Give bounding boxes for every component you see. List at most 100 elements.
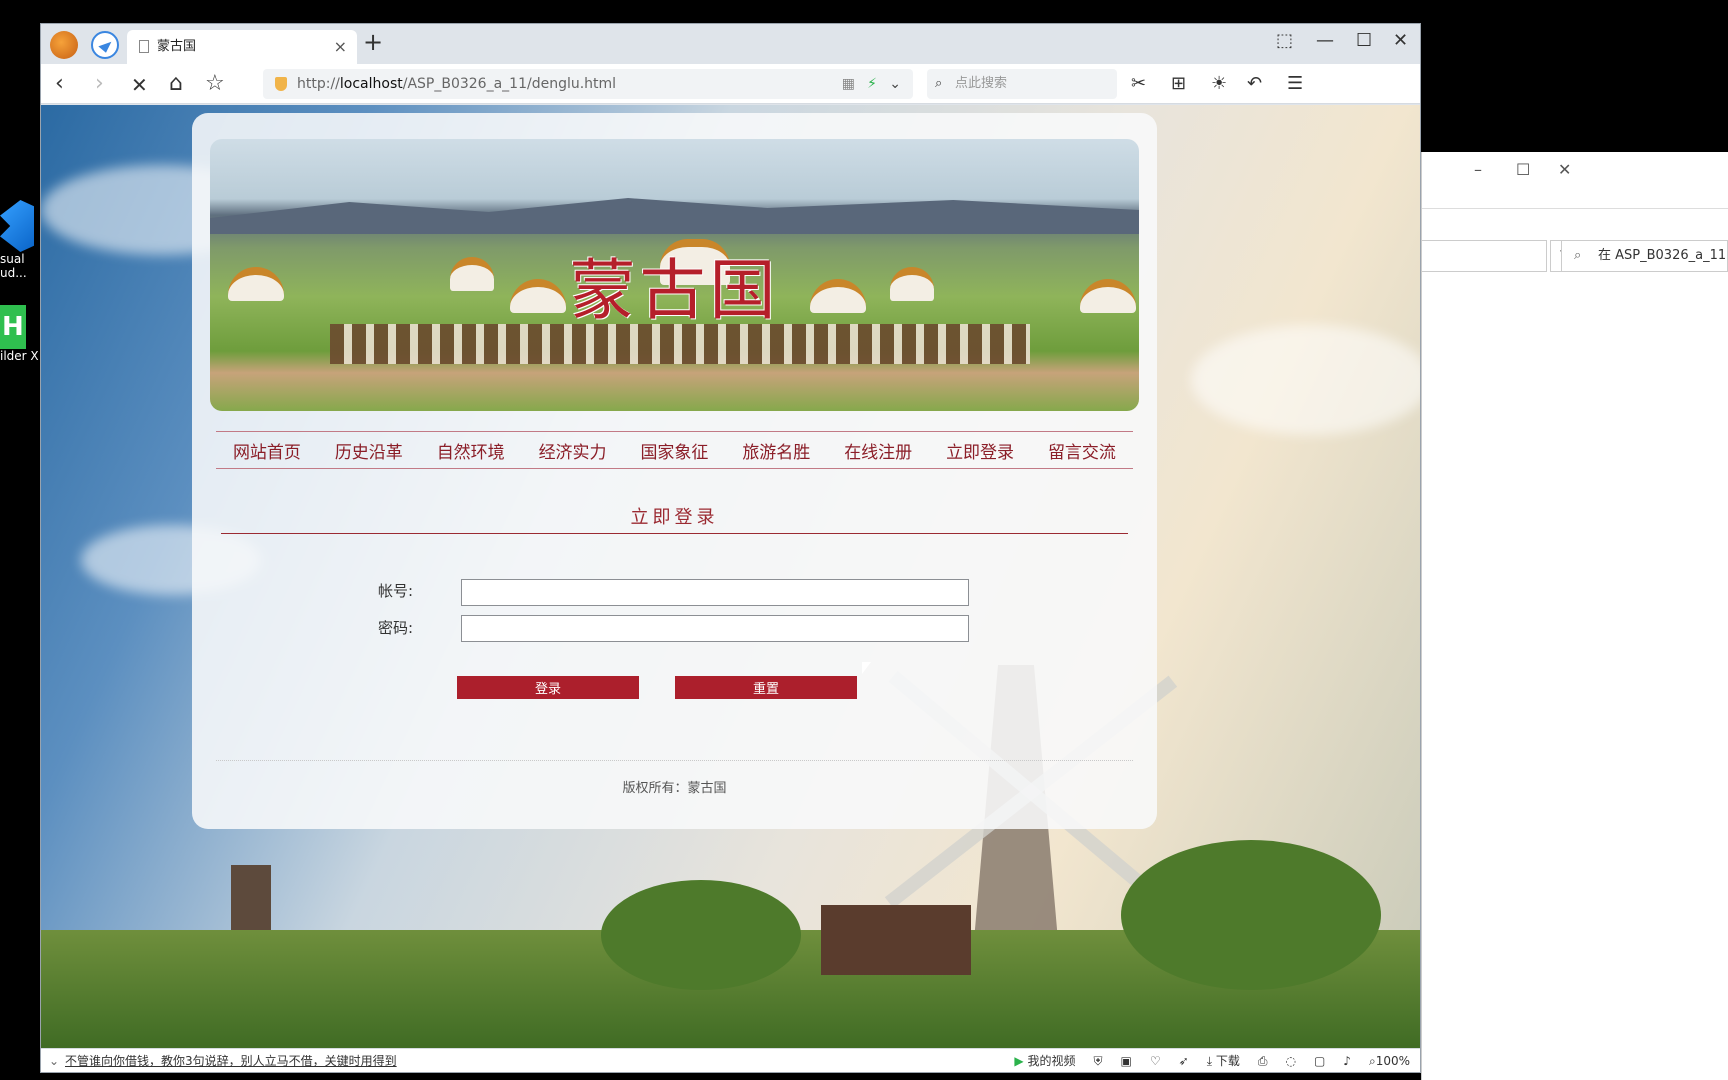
password-input[interactable] (461, 615, 969, 642)
shield-icon[interactable]: ⛨ (1094, 1049, 1103, 1073)
close-button[interactable]: ✕ (1393, 30, 1408, 51)
status-tools: ▶ 我的视频 ⛨ ▣ ♡ ➶ ⤓ 下载 ⎙ ◌ ▢ ♪ ⌕100% (1014, 1049, 1410, 1073)
cloud-decoration (1191, 325, 1420, 435)
home-button[interactable]: ⌂ (169, 71, 183, 96)
heart-icon[interactable]: ♡ (1150, 1049, 1161, 1073)
desktop-icon-hbuilder[interactable]: H ilder X (0, 305, 40, 363)
search-placeholder: 点此搜索 (955, 76, 1008, 91)
compass-icon[interactable] (91, 31, 119, 59)
explorer-divider (1422, 208, 1728, 209)
apps-icon[interactable]: ⊞ (1171, 73, 1186, 94)
search-icon: ⌕ (1574, 248, 1582, 263)
forward-button[interactable]: › (95, 71, 104, 96)
printer-icon[interactable]: ⎙ (1258, 1049, 1268, 1073)
footer-copyright: 版权所有：蒙古国 (622, 781, 727, 796)
url-prefix: http:// (297, 76, 340, 92)
undo-icon[interactable]: ↶ (1247, 73, 1262, 94)
tab-active[interactable]: 蒙古国 × (127, 30, 357, 64)
menu-item-guestbook[interactable]: 留言交流 (1048, 438, 1116, 463)
play-icon: ▶ (1014, 1054, 1024, 1068)
desktop-icon-visual-studio[interactable]: sual ud... (0, 200, 40, 280)
stop-button[interactable]: ✕ (131, 73, 148, 97)
menu-icon[interactable]: ☰ (1287, 73, 1303, 94)
main-menu: 网站首页 历史沿革 自然环境 经济实力 国家象征 旅游名胜 在线注册 立即登录 … (216, 431, 1133, 469)
rocket-icon[interactable]: ➶ (1179, 1049, 1189, 1073)
password-label: 密码: (378, 619, 414, 637)
house-decoration (821, 905, 971, 975)
menu-item-symbols[interactable]: 国家象征 (640, 438, 708, 463)
tab-close-icon[interactable]: × (334, 30, 347, 64)
account-label: 帐号: (378, 582, 414, 600)
footer-divider (216, 760, 1133, 761)
desktop-icon-label: ilder X (0, 349, 39, 363)
zoom-icon: ⌕ (1368, 1054, 1376, 1068)
menu-item-register[interactable]: 在线注册 (844, 438, 912, 463)
status-bar: ⌄ 不管谁向你借钱，教你3句说辞，别人立马不借，关键时用得到 ▶ 我的视频 ⛨ … (41, 1048, 1420, 1072)
file-explorer-window: – ☐ ✕ ↻ (1421, 152, 1728, 1080)
download-icon: ⤓ (1206, 1054, 1212, 1068)
zoom-control[interactable]: ⌕100% (1369, 1049, 1410, 1073)
status-news-link[interactable]: 不管谁向你借钱，教你3句说辞，别人立马不借，关键时用得到 (65, 1049, 397, 1073)
chevron-down-icon[interactable]: ⌄ (889, 69, 901, 99)
status-download[interactable]: ⤓ 下载 (1207, 1049, 1240, 1073)
new-tab-button[interactable]: + (363, 28, 383, 56)
maximize-button[interactable]: ☐ (1356, 30, 1372, 51)
security-shield-icon (275, 77, 287, 91)
visual-studio-icon (0, 200, 34, 252)
page-title: 立即登录 (630, 507, 719, 528)
menu-item-home[interactable]: 网站首页 (233, 438, 301, 463)
explorer-search-placeholder: 在 ASP_B0326_a_11... (1598, 248, 1728, 263)
search-input[interactable]: ⌕ 点此搜索 (927, 69, 1117, 99)
image-icon[interactable]: ▣ (1121, 1049, 1132, 1073)
volume-icon[interactable]: ♪ (1343, 1049, 1351, 1073)
page-viewport: 蒙古国 网站首页 历史沿革 自然环境 经济实力 国家象征 旅游名胜 在线注册 立… (41, 105, 1420, 1050)
url-host: localhost (339, 76, 403, 92)
content-panel: 蒙古国 网站首页 历史沿革 自然环境 经济实力 国家象征 旅游名胜 在线注册 立… (192, 113, 1157, 829)
address-bar[interactable]: http://localhost/ASP_B0326_a_11/denglu.h… (263, 69, 913, 99)
back-button[interactable]: ‹ (55, 71, 64, 96)
mouse-cursor-icon (862, 662, 871, 674)
chevron-down-icon[interactable]: ⌄ (49, 1049, 59, 1073)
account-input[interactable] (461, 579, 969, 606)
search-icon: ⌕ (935, 76, 943, 91)
menu-item-economy[interactable]: 经济实力 (539, 438, 607, 463)
explorer-search-box[interactable]: ⌕ 在 ASP_B0326_a_11... (1561, 240, 1728, 272)
hbuilder-icon: H (0, 305, 26, 349)
favorite-star-button[interactable]: ☆ (205, 71, 225, 96)
tree-decoration (601, 880, 801, 990)
title-divider (221, 533, 1128, 534)
status-video-label: 我的视频 (1027, 1054, 1076, 1068)
qr-code-icon[interactable]: ▦ (842, 69, 855, 99)
browser-window: 蒙古国 × + ⬚ — ☐ ✕ ‹ › ✕ ⌂ ☆ http://localho… (40, 23, 1421, 1073)
tab-bar: 蒙古国 × + ⬚ — ☐ ✕ (41, 24, 1420, 64)
window-icon[interactable]: ▢ (1314, 1049, 1325, 1073)
header-banner: 蒙古国 (210, 139, 1139, 411)
pin-icon[interactable]: ⬚ (1276, 30, 1293, 51)
menu-item-history[interactable]: 历史沿革 (335, 438, 403, 463)
login-button[interactable]: 登录 (457, 676, 639, 699)
explorer-close-button[interactable]: ✕ (1558, 160, 1571, 179)
explorer-maximize-button[interactable]: ☐ (1516, 160, 1530, 179)
speed-bolt-icon[interactable]: ⚡ (867, 69, 877, 99)
minimize-button[interactable]: — (1316, 30, 1334, 51)
status-video[interactable]: ▶ 我的视频 (1014, 1049, 1075, 1073)
explorer-address-bar[interactable] (1422, 240, 1547, 272)
navigation-bar: ‹ › ✕ ⌂ ☆ http://localhost/ASP_B0326_a_1… (41, 64, 1420, 104)
chat-icon[interactable]: ◌ (1285, 1049, 1295, 1073)
menu-item-tourism[interactable]: 旅游名胜 (742, 438, 810, 463)
scissors-icon[interactable]: ✂ (1131, 73, 1146, 94)
tree-decoration (1121, 840, 1381, 990)
zoom-level: 100% (1375, 1054, 1410, 1068)
tab-title: 蒙古国 (157, 39, 197, 54)
menu-item-login[interactable]: 立即登录 (946, 438, 1014, 463)
desktop-icon-label: sual ud... (0, 252, 27, 280)
user-avatar-icon[interactable] (50, 31, 78, 59)
menu-item-nature[interactable]: 自然环境 (437, 438, 505, 463)
explorer-minimize-button[interactable]: – (1474, 160, 1482, 179)
document-icon (139, 40, 149, 53)
status-download-label: 下载 (1215, 1054, 1240, 1068)
sun-icon[interactable]: ☀ (1211, 73, 1227, 94)
mountain-decoration (210, 198, 1139, 234)
banner-title: 蒙古国 (569, 252, 780, 329)
reset-button[interactable]: 重置 (675, 676, 857, 699)
